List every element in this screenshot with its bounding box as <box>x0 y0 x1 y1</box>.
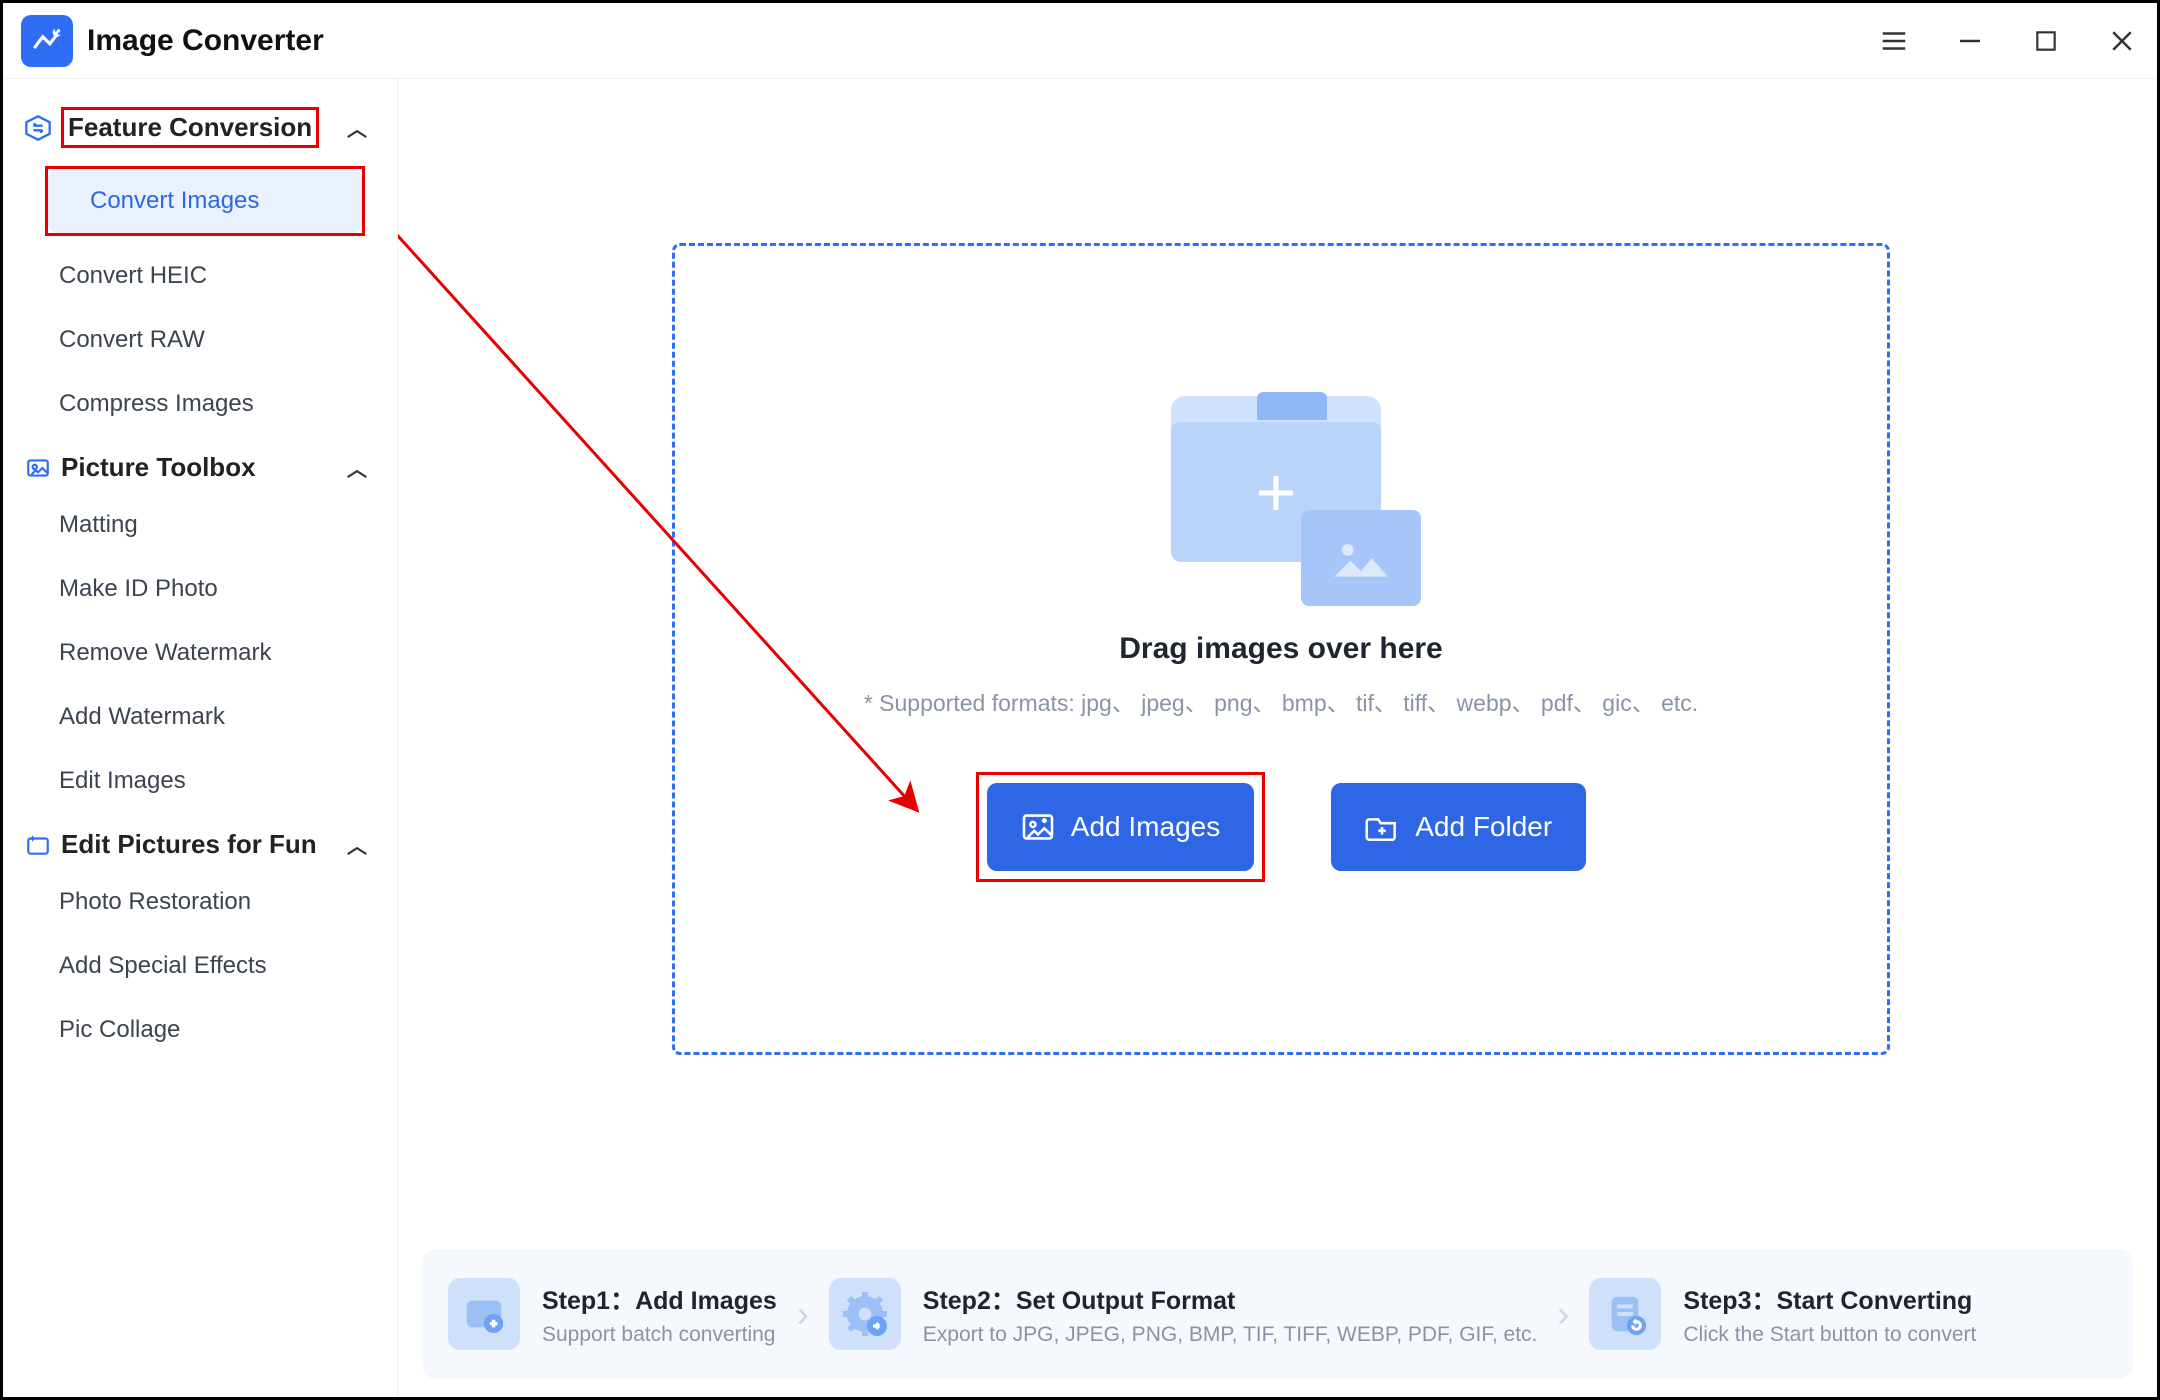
sidebar-item-label: Photo Restoration <box>59 888 251 916</box>
sparkle-image-icon <box>23 830 53 860</box>
step-sub: Support batch converting <box>542 1323 777 1347</box>
image-plus-icon <box>448 1278 520 1350</box>
sidebar-item-label: Convert RAW <box>59 326 205 354</box>
sidebar-item-label: Remove Watermark <box>59 639 271 667</box>
step-head: Step1：Add Images <box>542 1281 777 1317</box>
sidebar-header-label: Picture Toolbox <box>61 452 256 483</box>
sidebar-item-label: Compress Images <box>59 390 254 418</box>
dropzone-actions: Add Images Add Folder <box>976 772 1586 882</box>
sidebar-header-picture-toolbox[interactable]: Picture Toolbox ︿ <box>17 442 387 493</box>
sidebar-item-photo-restoration[interactable]: Photo Restoration <box>17 870 387 934</box>
image-icon <box>23 453 53 483</box>
window-controls <box>1877 24 2139 58</box>
sidebar-item-label: Convert Images <box>90 187 259 215</box>
step-3: Step3：Start Converting Click the Start b… <box>1589 1278 1976 1350</box>
dropzone[interactable]: + Drag images over here * Supported form… <box>672 243 1890 1055</box>
step-sub: Click the Start button to convert <box>1683 1323 1976 1347</box>
main-panel: + Drag images over here * Supported form… <box>398 79 2157 1397</box>
annotation-box-add-images: Add Images <box>976 772 1265 882</box>
sidebar: Feature Conversion ︿ Convert Images Conv… <box>3 79 398 1397</box>
annotation-box-convert-images: Convert Images <box>45 166 365 236</box>
add-images-button[interactable]: Add Images <box>987 783 1254 871</box>
button-label: Add Folder <box>1415 811 1552 843</box>
sidebar-item-label: Add Watermark <box>59 703 225 731</box>
hamburger-menu-icon[interactable] <box>1877 24 1911 58</box>
gear-icon <box>829 1278 901 1350</box>
dropzone-title: Drag images over here <box>1119 632 1442 666</box>
sidebar-item-convert-images[interactable]: Convert Images <box>48 169 362 233</box>
app-logo-icon <box>21 15 73 67</box>
sidebar-item-matting[interactable]: Matting <box>17 493 387 557</box>
step-head: Step3：Start Converting <box>1683 1281 1976 1317</box>
sidebar-group-picture-toolbox: Picture Toolbox ︿ Matting Make ID Photo … <box>17 442 387 813</box>
sidebar-group-edit-pictures-for-fun: Edit Pictures for Fun ︿ Photo Restoratio… <box>17 819 387 1062</box>
annotation-box-feature-conversion: Feature Conversion <box>61 107 319 148</box>
sidebar-group-feature-conversion: Feature Conversion ︿ Convert Images Conv… <box>17 97 387 436</box>
step-1: Step1：Add Images Support batch convertin… <box>448 1278 777 1350</box>
step-2: Step2：Set Output Format Export to JPG, J… <box>829 1278 1538 1350</box>
sidebar-item-add-watermark[interactable]: Add Watermark <box>17 685 387 749</box>
app-window: Image Converter <box>0 0 2160 1400</box>
minimize-icon[interactable] <box>1953 24 1987 58</box>
chevron-up-icon: ︿ <box>347 113 367 142</box>
close-icon[interactable] <box>2105 24 2139 58</box>
chevron-up-icon: ︿ <box>347 830 367 859</box>
add-folder-button[interactable]: Add Folder <box>1331 783 1586 871</box>
maximize-icon[interactable] <box>2029 24 2063 58</box>
sidebar-item-edit-images[interactable]: Edit Images <box>17 749 387 813</box>
chevron-right-icon: › <box>797 1293 809 1335</box>
chevron-right-icon: › <box>1557 1293 1569 1335</box>
sidebar-item-remove-watermark[interactable]: Remove Watermark <box>17 621 387 685</box>
button-label: Add Images <box>1071 811 1220 843</box>
sidebar-item-pic-collage[interactable]: Pic Collage <box>17 998 387 1062</box>
dropzone-illustration-icon: + <box>1131 386 1431 606</box>
sidebar-header-edit-pictures-for-fun[interactable]: Edit Pictures for Fun ︿ <box>17 819 387 870</box>
sidebar-header-feature-conversion[interactable]: Feature Conversion ︿ <box>17 97 387 158</box>
sidebar-item-label: Make ID Photo <box>59 575 218 603</box>
sidebar-item-compress-images[interactable]: Compress Images <box>17 372 387 436</box>
step-sub: Export to JPG, JPEG, PNG, BMP, TIF, TIFF… <box>923 1323 1538 1347</box>
sidebar-header-label: Feature Conversion <box>68 112 312 142</box>
sidebar-item-convert-raw[interactable]: Convert RAW <box>17 308 387 372</box>
chevron-up-icon: ︿ <box>347 453 367 482</box>
sidebar-item-make-id-photo[interactable]: Make ID Photo <box>17 557 387 621</box>
sidebar-item-label: Edit Images <box>59 767 186 795</box>
dropzone-subtitle: * Supported formats: jpg、 jpeg、 png、 bmp… <box>864 684 1698 718</box>
sidebar-item-label: Add Special Effects <box>59 952 267 980</box>
app-body: Feature Conversion ︿ Convert Images Conv… <box>3 79 2157 1397</box>
swap-icon <box>23 113 53 143</box>
titlebar: Image Converter <box>3 3 2157 79</box>
app-title: Image Converter <box>87 24 324 58</box>
sidebar-item-add-special-effects[interactable]: Add Special Effects <box>17 934 387 998</box>
sidebar-header-label: Edit Pictures for Fun <box>61 829 317 860</box>
image-plus-icon <box>1021 812 1055 842</box>
sidebar-item-label: Convert HEIC <box>59 262 207 290</box>
step-head: Step2：Set Output Format <box>923 1281 1538 1317</box>
sidebar-item-convert-heic[interactable]: Convert HEIC <box>17 244 387 308</box>
folder-plus-icon <box>1365 812 1399 842</box>
document-refresh-icon <box>1589 1278 1661 1350</box>
sidebar-item-label: Pic Collage <box>59 1016 180 1044</box>
sidebar-item-label: Matting <box>59 511 138 539</box>
steps-footer: Step1：Add Images Support batch convertin… <box>422 1249 2133 1379</box>
